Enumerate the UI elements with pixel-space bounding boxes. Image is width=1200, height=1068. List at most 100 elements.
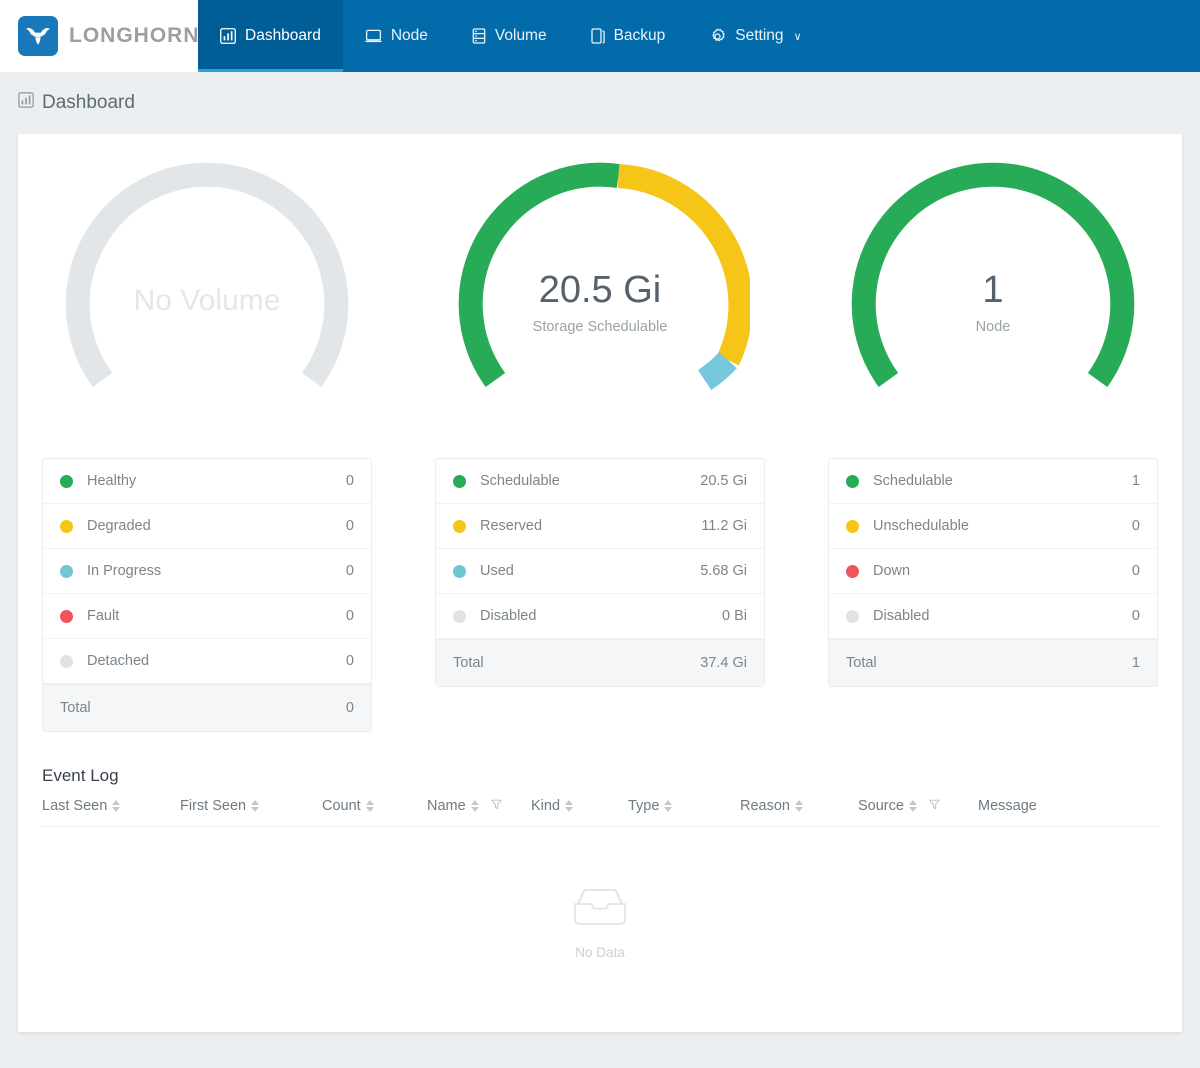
legend-total-label: Total: [60, 700, 91, 716]
legend-total-value: 0: [345, 700, 354, 716]
legend-label: Schedulable: [480, 473, 560, 489]
legend-label: Used: [480, 563, 514, 579]
column-label: Reason: [740, 798, 790, 814]
column-header-first-seen[interactable]: First Seen: [180, 798, 322, 814]
brand-logo[interactable]: LONGHORN: [0, 0, 199, 72]
status-dot-used: [453, 564, 466, 578]
sort-icon[interactable]: [112, 800, 121, 812]
column-header-type[interactable]: Type: [628, 798, 740, 814]
legend-total-label: Total: [846, 655, 877, 671]
legend-value: 5.68 Gi: [700, 563, 747, 579]
status-dot-schedulable: [453, 474, 466, 488]
status-dot-unschedulable: [846, 519, 859, 533]
sort-icon[interactable]: [365, 800, 374, 812]
legend-item[interactable]: Reserved 11.2 Gi: [436, 504, 764, 549]
status-dot-degraded: [60, 519, 73, 533]
column-header-reason[interactable]: Reason: [740, 798, 858, 814]
legend-item[interactable]: Unschedulable 0: [829, 504, 1157, 549]
legend-value: 0: [345, 608, 354, 624]
legend-label: Disabled: [480, 608, 537, 624]
legend-value: 0: [345, 518, 354, 534]
legend-label: Down: [873, 563, 911, 579]
column-label: Last Seen: [42, 798, 108, 814]
gauge-row: No Volume Healthy 0 Degraded 0 In Progre…: [40, 152, 1160, 732]
nav-item-node[interactable]: Node: [343, 0, 450, 72]
page-title: Dashboard: [0, 72, 1200, 134]
legend-label: Disabled: [873, 608, 930, 624]
filter-icon[interactable]: [491, 798, 502, 814]
column-header-message[interactable]: Message: [978, 798, 1037, 814]
legend-total-value: 1: [1131, 655, 1140, 671]
volume-legend: Healthy 0 Degraded 0 In Progress 0 Fault…: [42, 458, 372, 732]
nav-label-dashboard: Dashboard: [245, 27, 321, 44]
nav-label-node: Node: [390, 27, 428, 44]
legend-item[interactable]: Degraded 0: [43, 504, 371, 549]
chevron-down-icon: ∨: [793, 30, 802, 43]
sort-icon[interactable]: [664, 800, 673, 812]
sort-icon[interactable]: [251, 800, 260, 812]
nav-label-volume: Volume: [494, 27, 547, 44]
storage-gauge: 20.5 Gi Storage Schedulable: [435, 152, 765, 444]
nav-item-setting[interactable]: Setting ∨: [687, 0, 823, 72]
legend-item[interactable]: Schedulable 1: [829, 459, 1157, 504]
legend-value: 0: [1131, 518, 1140, 534]
column-label: Message: [978, 798, 1037, 814]
legend-label: In Progress: [87, 563, 162, 579]
legend-total-row: Total 37.4 Gi: [436, 639, 764, 686]
legend-label: Healthy: [87, 473, 137, 489]
nav-item-volume[interactable]: Volume: [450, 0, 569, 72]
legend-item[interactable]: Detached 0: [43, 639, 371, 684]
node-gauge: 1 Node: [828, 152, 1158, 444]
legend-item[interactable]: Down 0: [829, 549, 1157, 594]
status-dot-schedulable: [846, 474, 859, 488]
legend-value: 0: [345, 563, 354, 579]
legend-item[interactable]: In Progress 0: [43, 549, 371, 594]
sort-icon[interactable]: [794, 800, 803, 812]
column-header-kind[interactable]: Kind: [531, 798, 628, 814]
node-legend: Schedulable 1 Unschedulable 0 Down 0 Dis…: [828, 458, 1158, 687]
legend-item[interactable]: Used 5.68 Gi: [436, 549, 764, 594]
legend-total-value: 37.4 Gi: [700, 655, 747, 671]
gear-icon: [709, 28, 726, 45]
column-header-last-seen[interactable]: Last Seen: [42, 798, 180, 814]
event-log-header-row: Last Seen First Seen Count Name Kind Typ…: [40, 798, 1160, 827]
column-label: Kind: [531, 798, 561, 814]
legend-value: 0: [345, 653, 354, 669]
storage-legend: Schedulable 20.5 Gi Reserved 11.2 Gi Use…: [435, 458, 765, 687]
database-icon: [472, 28, 486, 44]
legend-label: Degraded: [87, 518, 151, 534]
copy-icon: [590, 28, 605, 44]
bar-chart-icon: [220, 28, 236, 44]
event-log-section: Event Log Last Seen First Seen Count Nam…: [40, 766, 1160, 1017]
status-dot-disabled: [453, 609, 466, 623]
column-label: First Seen: [180, 798, 247, 814]
top-navbar: LONGHORN Dashboard Node Volume Backup Se…: [0, 0, 1200, 72]
empty-state-text: No Data: [575, 945, 625, 960]
column-header-name[interactable]: Name: [427, 798, 531, 814]
nav-item-backup[interactable]: Backup: [569, 0, 688, 72]
column-header-count[interactable]: Count: [322, 798, 427, 814]
sort-icon[interactable]: [565, 800, 574, 812]
legend-value: 0: [345, 473, 354, 489]
legend-label: Unschedulable: [873, 518, 969, 534]
page-title-text: Dashboard: [42, 92, 135, 113]
volume-panel: No Volume Healthy 0 Degraded 0 In Progre…: [42, 152, 372, 732]
legend-item[interactable]: Disabled 0: [829, 594, 1157, 639]
bar-chart-icon: [18, 92, 34, 114]
nav-item-dashboard[interactable]: Dashboard: [198, 0, 343, 72]
legend-item[interactable]: Disabled 0 Bi: [436, 594, 764, 639]
filter-icon[interactable]: [929, 798, 940, 814]
status-dot-healthy: [60, 474, 73, 488]
column-header-source[interactable]: Source: [858, 798, 978, 814]
nav-items: Dashboard Node Volume Backup Setting ∨: [198, 0, 824, 72]
legend-value: 0: [1131, 563, 1140, 579]
column-label: Count: [322, 798, 361, 814]
legend-item[interactable]: Fault 0: [43, 594, 371, 639]
sort-icon[interactable]: [908, 800, 917, 812]
node-panel: 1 Node Schedulable 1 Unschedulable 0 Dow…: [828, 152, 1158, 732]
sort-icon[interactable]: [470, 800, 479, 812]
legend-item[interactable]: Schedulable 20.5 Gi: [436, 459, 764, 504]
column-label: Name: [427, 798, 466, 814]
nav-label-backup: Backup: [613, 27, 666, 44]
legend-item[interactable]: Healthy 0: [43, 459, 371, 504]
